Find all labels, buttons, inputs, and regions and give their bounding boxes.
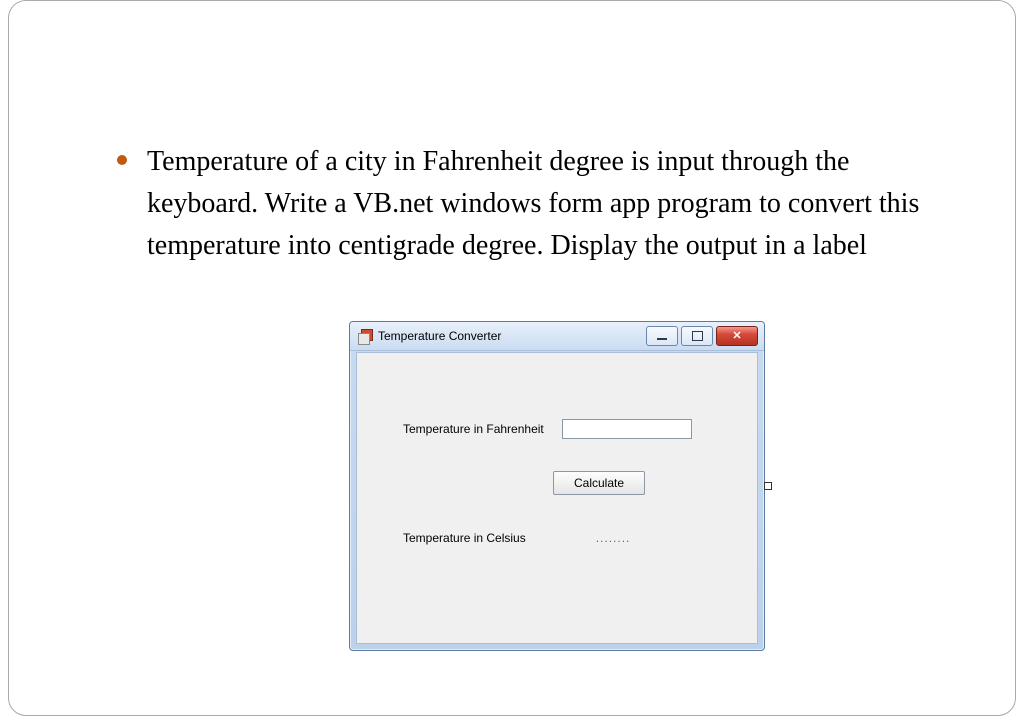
bullet-item: Temperature of a city in Fahrenheit degr… (117, 141, 957, 267)
slide-frame: Temperature of a city in Fahrenheit degr… (8, 0, 1016, 716)
bullet-text: Temperature of a city in Fahrenheit degr… (147, 141, 957, 267)
close-button[interactable]: ✕ (716, 326, 758, 346)
fahrenheit-input[interactable] (562, 419, 692, 439)
bullet-dot-icon (117, 155, 127, 165)
window-client-area: Temperature in Fahrenheit Calculate Temp… (356, 352, 758, 644)
resize-handle-icon[interactable] (764, 482, 772, 490)
title-left: Temperature Converter (358, 329, 501, 343)
close-icon: ✕ (732, 331, 741, 342)
calculate-row: Calculate (553, 471, 645, 495)
celsius-output-label: ........ (596, 531, 631, 545)
celsius-row: Temperature in Celsius ........ (403, 531, 630, 545)
maximize-button[interactable] (681, 326, 713, 346)
winform-container: Temperature Converter ✕ Temperatur (349, 321, 765, 651)
temperature-converter-window: Temperature Converter ✕ Temperatur (349, 321, 765, 651)
fahrenheit-row: Temperature in Fahrenheit (403, 419, 692, 439)
maximize-icon (692, 331, 703, 341)
form-icon (358, 329, 372, 343)
window-control-buttons: ✕ (646, 326, 758, 346)
minimize-button[interactable] (646, 326, 678, 346)
celsius-label: Temperature in Celsius (403, 531, 526, 545)
content-area: Temperature of a city in Fahrenheit degr… (117, 141, 957, 267)
window-titlebar[interactable]: Temperature Converter ✕ (350, 322, 764, 351)
window-title: Temperature Converter (378, 329, 501, 343)
minimize-icon (657, 338, 667, 340)
calculate-button[interactable]: Calculate (553, 471, 645, 495)
fahrenheit-label: Temperature in Fahrenheit (403, 422, 544, 436)
